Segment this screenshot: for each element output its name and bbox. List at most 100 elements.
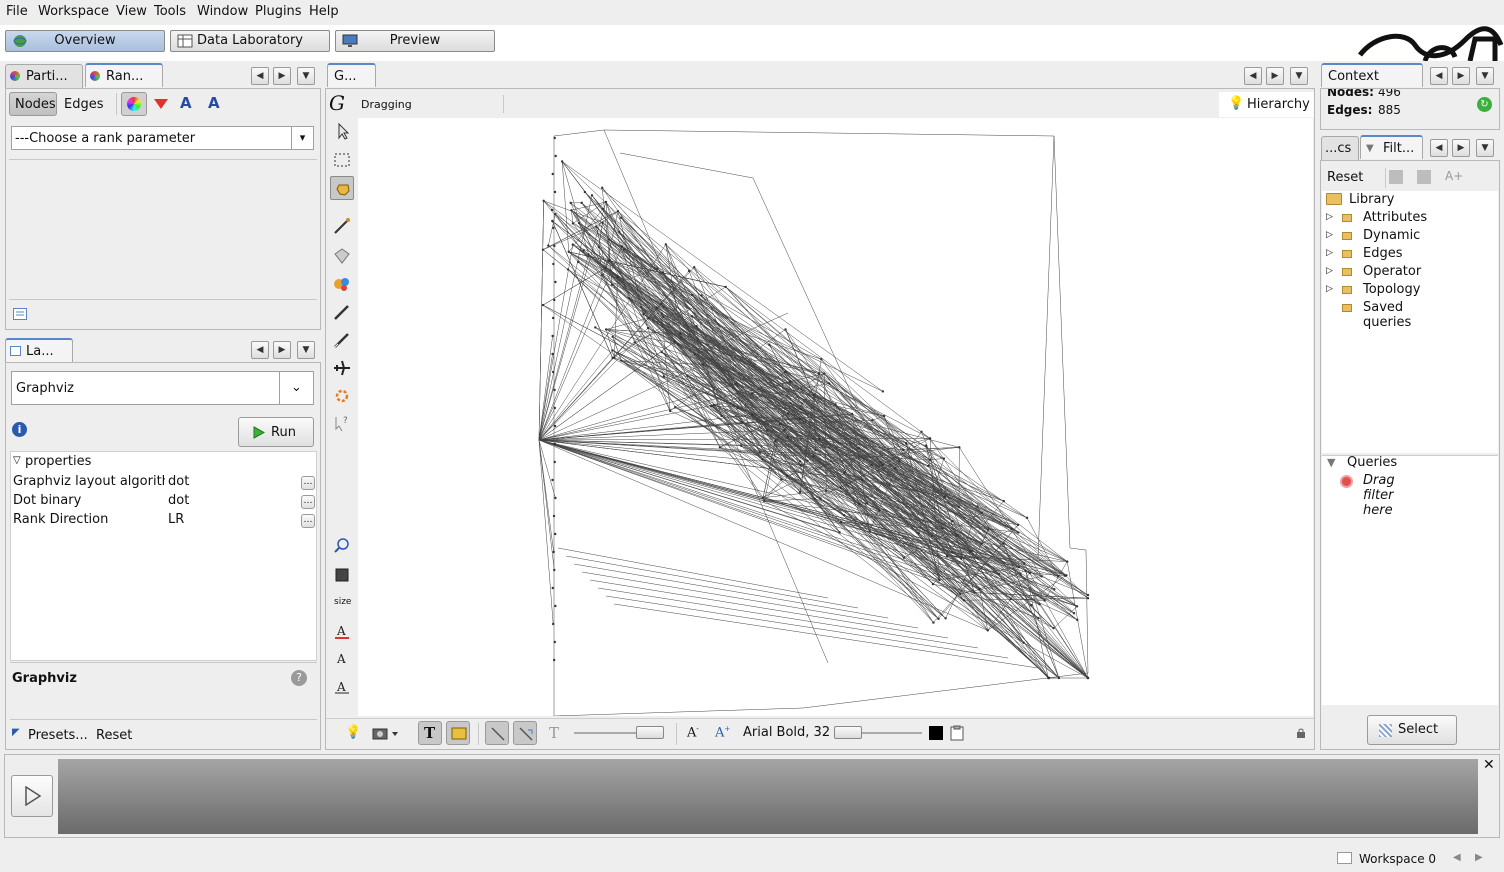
refresh-icon[interactable]: ↻ [1477,97,1492,112]
close-icon[interactable]: ✕ [1483,757,1495,773]
node-color-toggle[interactable] [446,721,470,745]
help-icon[interactable]: ? [291,670,307,686]
edge-scale-slider[interactable] [574,726,664,739]
tab-context[interactable]: Context [1321,63,1423,87]
rename-filter-icon[interactable]: A+ [1445,169,1463,183]
tab-scroll-left-button[interactable]: ◀ [251,341,269,359]
tab-menu-button[interactable]: ▼ [1290,67,1308,85]
help-pointer-icon[interactable]: ? [330,412,354,436]
timeline-play-button[interactable] [11,775,53,817]
color-ranking-button[interactable] [121,92,147,116]
label-color-ranking-icon[interactable]: A [180,94,192,112]
tab-scroll-left-button[interactable]: ◀ [251,67,269,85]
tab-partition[interactable]: Parti... [5,64,83,88]
menu-window[interactable]: Window [197,4,248,19]
tab-scroll-right-button[interactable]: ▶ [273,341,291,359]
menu-workspace[interactable]: Workspace [38,4,109,19]
tab-statistics[interactable]: ...cs [1321,136,1359,160]
show-edges-toggle[interactable] [485,721,509,745]
airplane-icon[interactable] [330,356,354,380]
expand-triangle-icon[interactable]: ▷ [1326,284,1333,294]
expand-triangle-icon[interactable]: ▷ [1326,266,1333,276]
expand-triangle-icon[interactable]: ▷ [1326,248,1333,258]
font-label[interactable]: Arial Bold, 32 [743,725,830,740]
show-labels-toggle[interactable]: T [418,721,442,745]
pencil-icon[interactable] [330,300,354,324]
data-laboratory-perspective-button[interactable]: Data Laboratory [170,30,330,52]
hierarchy-button[interactable]: 💡 Hierarchy [1219,92,1314,117]
size-label[interactable]: size [334,597,351,607]
edge-pencil-icon[interactable] [330,328,354,352]
reset-filters-button[interactable]: Reset [1327,170,1363,185]
tab-graph[interactable]: G... [327,63,376,87]
label-font-icon[interactable]: A [330,646,354,670]
size-ranking-icon[interactable] [153,97,169,111]
tab-scroll-right-button[interactable]: ▶ [273,67,291,85]
info-icon[interactable]: i [12,422,27,437]
rectangle-select-icon[interactable] [330,148,354,172]
expand-triangle-icon[interactable]: ▷ [1326,212,1333,222]
label-color-icon[interactable]: A [330,619,354,643]
nodes-toggle[interactable]: Nodes [9,92,57,116]
font-size-increase-icon[interactable]: A+ [715,725,730,740]
chevron-down-icon[interactable]: ▾ [291,127,313,149]
tab-scroll-left-button[interactable]: ◀ [1430,139,1448,157]
graph-canvas[interactable] [358,118,1313,717]
collapse-triangle-icon[interactable]: ▽ [13,455,21,466]
tab-menu-button[interactable]: ▼ [1476,67,1494,85]
property-row[interactable]: Dot binary dot [13,492,313,511]
select-button[interactable]: Select [1367,715,1457,745]
edges-toggle[interactable]: Edges [64,97,104,112]
screenshot-icon[interactable] [372,727,400,741]
rank-parameter-select[interactable]: ---Choose a rank parameter ▾ [11,126,314,150]
edit-property-button[interactable]: … [301,476,315,490]
presets-button[interactable]: Presets... [28,728,88,743]
timeline-track[interactable] [58,759,1478,834]
overview-perspective-button[interactable]: Overview [5,30,165,52]
label-size-icon[interactable]: A [330,674,354,698]
background-color-icon[interactable] [330,563,354,587]
slider-thumb[interactable] [834,726,862,739]
label-size-slider[interactable] [834,726,922,739]
tab-scroll-left-button[interactable]: ◀ [1430,67,1448,85]
property-row[interactable]: Rank Direction LR [13,511,313,530]
edit-property-button[interactable]: … [301,495,315,509]
run-button[interactable]: Run [238,417,314,447]
tab-menu-button[interactable]: ▼ [297,67,315,85]
slider-thumb[interactable] [636,726,664,739]
chevron-down-icon[interactable]: ⌄ [279,372,313,404]
edge-label-icon[interactable]: T [549,724,559,742]
painter-brush-icon[interactable] [330,214,354,238]
menu-help[interactable]: Help [309,4,339,19]
menu-file[interactable]: File [6,4,28,19]
clipboard-icon[interactable] [949,725,965,741]
tab-ranking[interactable]: Ran... [85,63,163,87]
expand-triangle-icon[interactable]: ▷ [1326,230,1333,240]
tab-layout[interactable]: La... [5,338,73,362]
edit-property-button[interactable]: … [301,514,315,528]
save-filter-icon[interactable] [1417,170,1431,184]
previous-workspace-icon[interactable]: ◀ [1453,852,1461,863]
color-painter-icon[interactable] [330,272,354,296]
export-filter-icon[interactable] [1389,170,1403,184]
tab-filters[interactable]: ▼ Filt... [1360,135,1423,159]
font-size-decrease-icon[interactable]: A- [687,725,699,740]
menu-plugins[interactable]: Plugins [255,4,302,19]
drag-hand-icon[interactable] [330,176,354,200]
layout-algorithm-select[interactable]: Graphviz ⌄ [11,371,314,405]
lock-icon[interactable] [1296,728,1306,738]
tab-scroll-right-button[interactable]: ▶ [1266,67,1284,85]
tab-scroll-left-button[interactable]: ◀ [1244,67,1262,85]
queries-area[interactable] [1322,455,1498,705]
list-icon[interactable] [13,308,27,320]
diamond-sizer-icon[interactable] [330,244,354,268]
tab-scroll-right-button[interactable]: ▶ [1452,139,1470,157]
tab-menu-button[interactable]: ▼ [297,341,315,359]
property-row[interactable]: Graphviz layout algorithm dot [13,473,313,492]
label-color-swatch[interactable] [929,726,943,740]
tab-scroll-right-button[interactable]: ▶ [1452,67,1470,85]
zoom-fit-icon[interactable] [330,534,354,558]
label-size-ranking-icon[interactable]: A [208,94,220,112]
next-workspace-icon[interactable]: ▶ [1475,852,1483,863]
heat-map-icon[interactable] [330,384,354,408]
